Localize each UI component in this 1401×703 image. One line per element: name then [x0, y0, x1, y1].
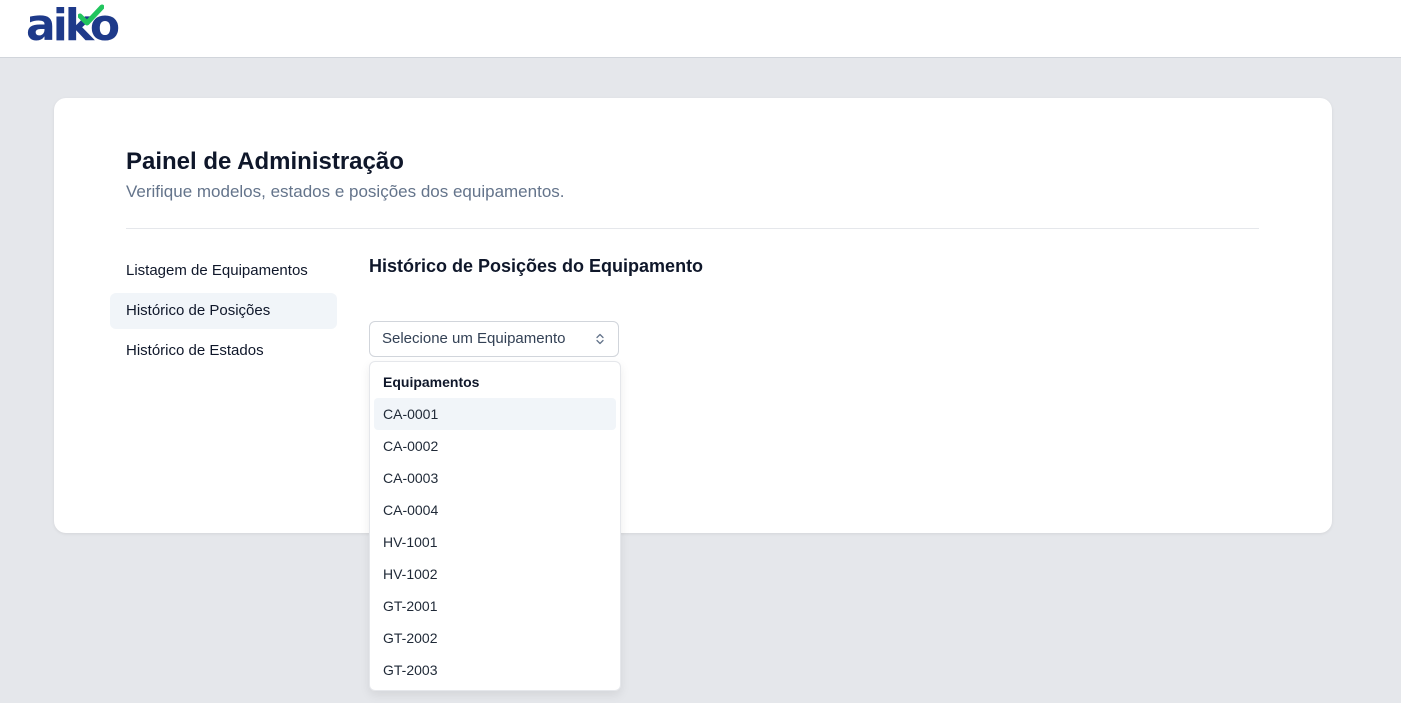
dropdown-option[interactable]: GT-2003	[374, 654, 616, 686]
dropdown-option[interactable]: CA-0002	[374, 430, 616, 462]
top-bar: aiko	[0, 0, 1401, 58]
page-subtitle: Verifique modelos, estados e posições do…	[126, 182, 565, 201]
checkmark-icon	[78, 4, 104, 26]
dropdown-group-label: Equipamentos	[383, 374, 480, 390]
dropdown-option[interactable]: GT-2002	[374, 622, 616, 654]
equipment-dropdown: Equipamentos CA-0001 CA-0002 CA-0003 CA-…	[369, 361, 621, 691]
admin-panel-card: Painel de Administração Verifique modelo…	[54, 98, 1332, 533]
section-title: Histórico de Posições do Equipamento	[369, 256, 704, 276]
page-title: Painel de Administração	[126, 148, 404, 175]
nav-item-state-history[interactable]: Histórico de Estados	[110, 333, 337, 369]
equipment-select[interactable]: Selecione um Equipamento	[369, 321, 619, 357]
dropdown-option[interactable]: CA-0001	[374, 398, 616, 430]
side-nav: Listagem de Equipamentos Histórico de Po…	[110, 253, 337, 373]
divider	[126, 228, 1259, 229]
dropdown-option[interactable]: CA-0004	[374, 494, 616, 526]
nav-item-equipment-list[interactable]: Listagem de Equipamentos	[110, 253, 337, 289]
dropdown-option[interactable]: HV-1002	[374, 558, 616, 590]
equipment-select-placeholder: Selecione um Equipamento	[382, 330, 566, 347]
dropdown-option[interactable]: HV-1001	[374, 526, 616, 558]
dropdown-option[interactable]: CA-0003	[374, 462, 616, 494]
chevron-up-down-icon	[596, 333, 604, 345]
nav-item-position-history[interactable]: Histórico de Posições	[110, 293, 337, 329]
aiko-logo[interactable]: aiko	[26, 4, 122, 48]
dropdown-option[interactable]: GT-2001	[374, 590, 616, 622]
